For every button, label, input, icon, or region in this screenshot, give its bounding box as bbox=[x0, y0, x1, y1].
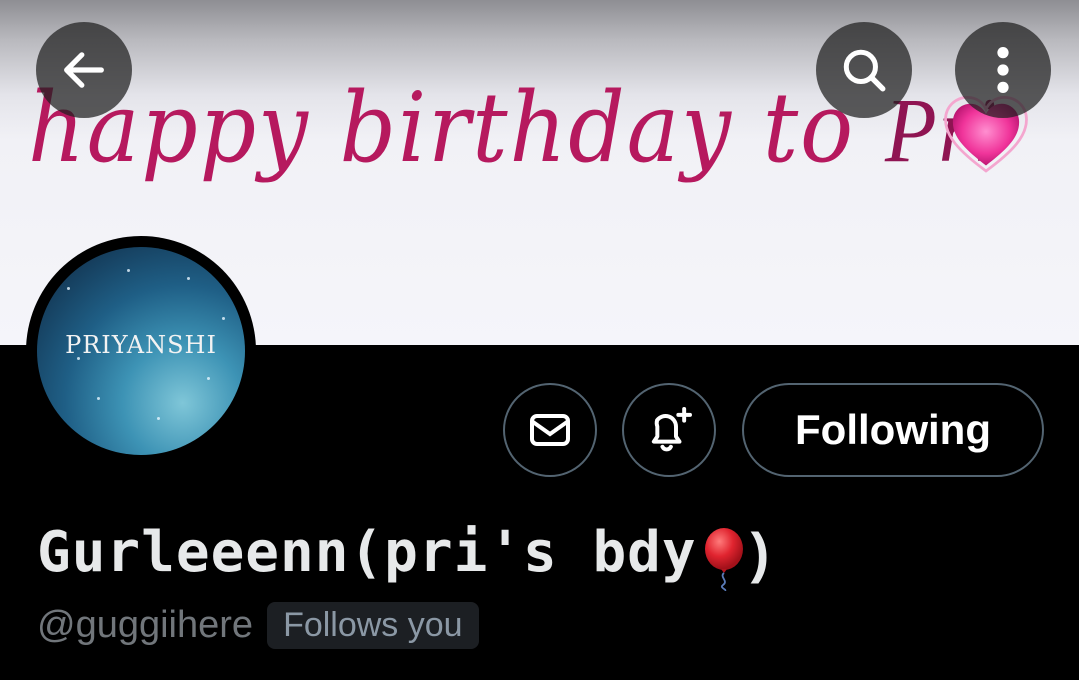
bell-plus-icon bbox=[651, 407, 692, 452]
avatar-label: PRIYANSHI bbox=[65, 331, 217, 359]
following-button[interactable]: Following bbox=[742, 383, 1044, 477]
message-button[interactable] bbox=[503, 383, 597, 477]
banner-text-main: happy birthday to bbox=[28, 72, 885, 184]
display-name: Gurleeenn(pri's bdy ) bbox=[37, 520, 770, 591]
follows-you-badge: Follows you bbox=[267, 602, 479, 649]
more-vertical-icon bbox=[997, 47, 1009, 93]
notifications-button[interactable] bbox=[622, 383, 716, 477]
handle-row: @guggiihere Follows you bbox=[37, 602, 479, 649]
search-button[interactable] bbox=[816, 22, 912, 118]
display-name-suffix: ) bbox=[750, 521, 770, 584]
avatar[interactable]: PRIYANSHI bbox=[37, 247, 245, 455]
more-options-button[interactable] bbox=[955, 22, 1051, 118]
search-icon bbox=[843, 49, 886, 92]
display-name-text: Gurleeenn(pri's bdy bbox=[37, 520, 697, 585]
arrow-left-icon bbox=[64, 52, 104, 88]
username-handle: @guggiihere bbox=[37, 604, 254, 646]
back-button[interactable] bbox=[36, 22, 132, 118]
balloon-icon bbox=[704, 527, 743, 591]
mail-icon bbox=[530, 414, 570, 446]
